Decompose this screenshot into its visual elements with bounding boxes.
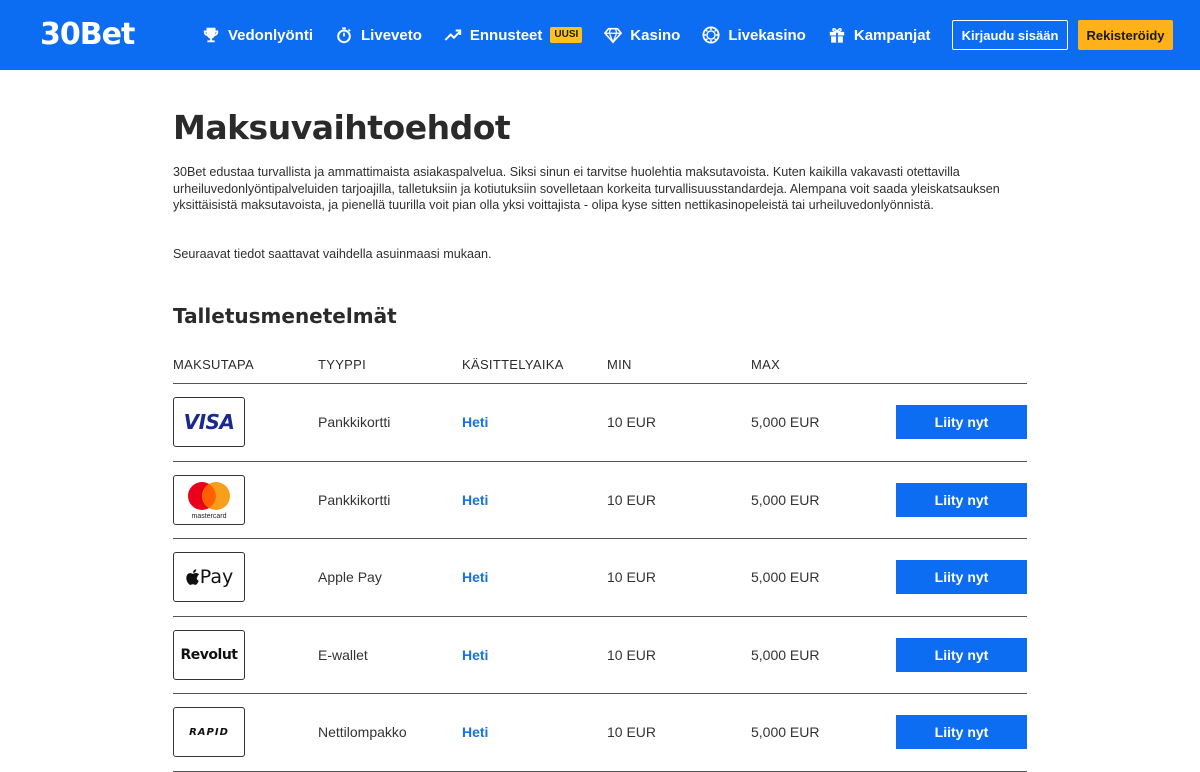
payment-type: Nettilompakko bbox=[318, 724, 407, 741]
table-row: mastercard Pankkikortti Heti 10 EUR 5,00… bbox=[173, 462, 1027, 539]
visa-logo-text: VISA bbox=[183, 410, 235, 435]
nav-label: Kampanjat bbox=[853, 26, 931, 44]
column-header-method: MAKSUTAPA bbox=[173, 357, 254, 372]
column-header-processing-time: KÄSITTELYAIKA bbox=[462, 357, 564, 372]
nav-item-ennusteet[interactable]: Ennusteet UUSI bbox=[444, 26, 583, 44]
table-row: VISA Pankkikortti Heti 10 EUR 5,000 EUR … bbox=[173, 384, 1027, 462]
column-header-type: TYYPPI bbox=[318, 357, 367, 372]
table-header: MAKSUTAPA TYYPPI KÄSITTELYAIKA MIN MAX bbox=[173, 356, 1027, 384]
revolut-logo-text: Revolut bbox=[180, 646, 238, 663]
new-badge: UUSI bbox=[550, 27, 583, 43]
register-button[interactable]: Rekisteröidy bbox=[1078, 20, 1173, 50]
payment-type: Pankkikortti bbox=[318, 414, 391, 431]
rapid-logo-text: RAPID bbox=[189, 726, 229, 738]
join-now-button[interactable]: Liity nyt bbox=[896, 637, 1027, 672]
processing-time: Heti bbox=[462, 724, 489, 741]
max-amount: 5,000 EUR bbox=[751, 491, 820, 508]
max-amount: 5,000 EUR bbox=[751, 724, 820, 741]
min-amount: 10 EUR bbox=[607, 414, 657, 431]
join-now-button[interactable]: Liity nyt bbox=[896, 405, 1027, 440]
nav-label: Ennusteet bbox=[469, 26, 543, 44]
section-title-deposit-methods: Talletusmenetelmät bbox=[173, 304, 397, 328]
top-navigation-bar: 30Bet Vedonlyönti Liveveto Ennusteet UUS… bbox=[0, 0, 1200, 70]
join-now-button[interactable]: Liity nyt bbox=[896, 482, 1027, 517]
revolut-logo: Revolut bbox=[173, 629, 245, 680]
payment-logo-cell: mastercard bbox=[173, 474, 245, 525]
trend-up-icon bbox=[444, 26, 462, 44]
payment-type: Apple Pay bbox=[318, 569, 382, 586]
gift-icon bbox=[828, 26, 846, 44]
min-amount: 10 EUR bbox=[607, 491, 657, 508]
page-title: Maksuvaihtoehdot bbox=[173, 108, 511, 147]
nav-item-kampanjat[interactable]: Kampanjat bbox=[828, 26, 931, 44]
nav-item-kasino[interactable]: Kasino bbox=[604, 26, 680, 44]
join-now-button[interactable]: Liity nyt bbox=[896, 715, 1027, 750]
column-header-min: MIN bbox=[607, 357, 632, 372]
processing-time: Heti bbox=[462, 646, 489, 663]
apple-pay-logo: Pay bbox=[173, 552, 245, 603]
intro-paragraph: 30Bet edustaa turvallista ja ammattimais… bbox=[173, 165, 1000, 213]
main-nav: Vedonlyönti Liveveto Ennusteet UUSI Kasi… bbox=[202, 0, 953, 70]
min-amount: 10 EUR bbox=[607, 646, 657, 663]
min-amount: 10 EUR bbox=[607, 569, 657, 586]
nav-label: Kasino bbox=[630, 26, 681, 44]
chip-icon bbox=[702, 26, 720, 44]
max-amount: 5,000 EUR bbox=[751, 569, 820, 586]
nav-label: Liveveto bbox=[361, 26, 422, 44]
table-row: Pay Apple Pay Heti 10 EUR 5,000 EUR Liit… bbox=[173, 539, 1027, 617]
payment-logo-cell: VISA bbox=[173, 397, 245, 448]
processing-time: Heti bbox=[462, 569, 489, 586]
diamond-icon bbox=[604, 26, 623, 44]
nav-item-livekasino[interactable]: Livekasino bbox=[702, 26, 806, 44]
table-row: Revolut E-wallet Heti 10 EUR 5,000 EUR L… bbox=[173, 617, 1027, 694]
nav-item-liveveto[interactable]: Liveveto bbox=[335, 26, 422, 44]
table-row: RAPID Nettilompakko Heti 10 EUR 5,000 EU… bbox=[173, 694, 1027, 772]
join-now-button[interactable]: Liity nyt bbox=[896, 560, 1027, 595]
login-button[interactable]: Kirjaudu sisään bbox=[952, 20, 1068, 50]
max-amount: 5,000 EUR bbox=[751, 414, 820, 431]
processing-time: Heti bbox=[462, 491, 489, 508]
min-amount: 10 EUR bbox=[607, 724, 657, 741]
processing-time: Heti bbox=[462, 414, 489, 431]
apple-pay-logo-text: Pay bbox=[199, 566, 234, 589]
region-note: Seuraavat tiedot saattavat vaihdella asu… bbox=[173, 247, 492, 261]
payment-type: E-wallet bbox=[318, 646, 368, 663]
payment-logo-cell: Revolut bbox=[173, 629, 245, 680]
column-header-max: MAX bbox=[751, 357, 781, 372]
trophy-icon bbox=[202, 26, 220, 44]
mastercard-circles-icon bbox=[188, 481, 230, 510]
payment-logo-cell: Pay bbox=[173, 552, 245, 603]
mastercard-logo: mastercard bbox=[173, 474, 245, 525]
nav-label: Livekasino bbox=[728, 26, 806, 44]
nav-label: Vedonlyönti bbox=[228, 26, 314, 44]
payment-type: Pankkikortti bbox=[318, 491, 391, 508]
apple-icon bbox=[186, 569, 199, 586]
mastercard-logo-text: mastercard bbox=[191, 512, 227, 520]
stopwatch-icon bbox=[335, 26, 353, 44]
visa-logo: VISA bbox=[173, 397, 245, 448]
max-amount: 5,000 EUR bbox=[751, 646, 820, 663]
site-logo[interactable]: 30Bet bbox=[40, 18, 135, 52]
nav-item-vedonlyonti[interactable]: Vedonlyönti bbox=[202, 26, 313, 44]
deposit-methods-table: MAKSUTAPA TYYPPI KÄSITTELYAIKA MIN MAX V… bbox=[173, 356, 1027, 772]
